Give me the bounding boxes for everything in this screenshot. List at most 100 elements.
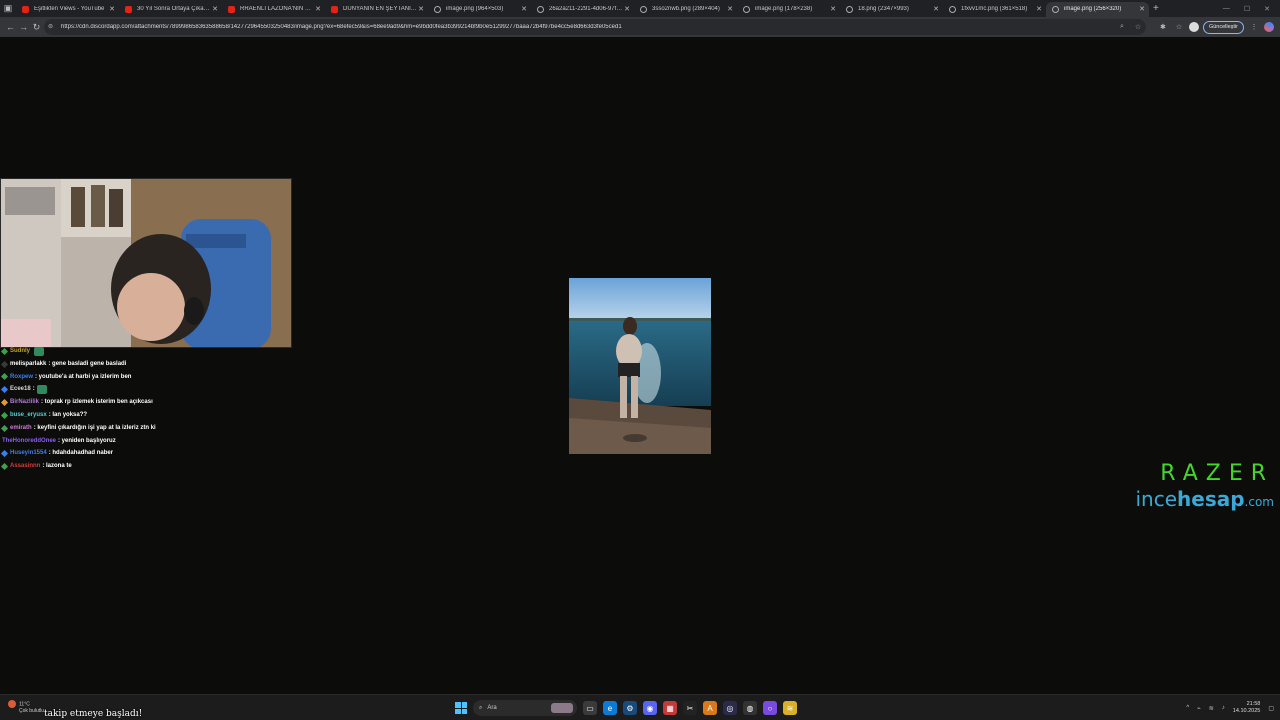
obs-icon[interactable]: ◎	[723, 701, 737, 715]
edge-icon[interactable]: e	[603, 701, 617, 715]
site-info-icon[interactable]: ⊜	[48, 23, 56, 31]
extensions-icon[interactable]: ✱	[1157, 23, 1169, 31]
back-button[interactable]: ←	[4, 22, 17, 32]
reload-button[interactable]: ↻	[30, 22, 43, 33]
address-bar[interactable]: ⊜ https://cdn.discordapp.com/attachments…	[44, 19, 1146, 35]
tab-close-icon[interactable]: ✕	[1138, 5, 1146, 13]
chat-message: buse_eryusx: lan yoksa??	[0, 409, 302, 422]
chat-username: BirNazlilik	[10, 399, 40, 406]
minimize-button[interactable]: —	[1223, 5, 1230, 13]
chat-text: : lazona te	[42, 463, 72, 470]
maximize-button[interactable]: ☐	[1244, 5, 1250, 13]
url-text[interactable]: https://cdn.discordapp.com/attachments/7…	[61, 24, 1114, 30]
tab-close-icon[interactable]: ✕	[417, 5, 425, 13]
weather-temp: 11°C	[19, 701, 30, 708]
chat-username: melisparlakk	[10, 360, 47, 367]
chat-badge-icon	[0, 424, 9, 432]
wifi-icon[interactable]: ≋	[1209, 705, 1214, 712]
tab-search-icon[interactable]: ▣	[0, 0, 16, 17]
app-a-icon[interactable]: A	[703, 701, 717, 715]
globe-icon	[434, 5, 441, 13]
chat-message: Sudnly	[0, 345, 302, 358]
chat-message: Ecee18:	[0, 383, 302, 396]
chat-username: Ecee18	[10, 386, 31, 393]
capcut-icon[interactable]: ✂	[683, 701, 697, 715]
search-highlight-image	[551, 703, 573, 713]
browser-tab[interactable]: image.png (256×320) ✕	[1046, 1, 1149, 17]
browser-tab[interactable]: 1fxvv1mc.png (361×518) ✕	[943, 2, 1046, 17]
tab-close-icon[interactable]: ✕	[726, 5, 734, 13]
incehesap-hesap: hesap	[1177, 487, 1245, 511]
chat-badge-icon	[0, 386, 9, 394]
browser-tab[interactable]: DÜNYANIN EN ŞEYTANİ BA...✕	[325, 2, 428, 17]
chat-message: BirNazlilik: toprak rp izlemek isterim b…	[0, 396, 302, 409]
taskbar-search[interactable]: ⌕ Ara	[473, 700, 577, 716]
menu-icon[interactable]: ⋮	[1248, 23, 1260, 31]
chat-text: : yeniden başlıyoruz	[58, 437, 116, 444]
webcam-feed	[1, 179, 291, 347]
clock[interactable]: 21:58 14.10.2025	[1233, 701, 1261, 715]
task-view-icon[interactable]: ▭	[583, 701, 597, 715]
start-button[interactable]	[455, 702, 467, 714]
profile-avatar[interactable]	[1188, 22, 1199, 32]
notification-icon[interactable]: ▢	[1268, 705, 1274, 712]
network-icon[interactable]: ⌁	[1197, 705, 1201, 712]
browser-tab[interactable]: RRAENLİ LAZONA'NIN EŞİ... ✕	[222, 2, 325, 17]
tray-chevron-icon[interactable]: ^	[1186, 705, 1189, 711]
zoom-icon[interactable]: ⌕	[1114, 23, 1130, 31]
browser-tab[interactable]: image.png (964×503) ✕	[428, 2, 531, 17]
chat-text: : hdahdahadhad naber	[48, 450, 114, 457]
globe-icon	[537, 5, 544, 13]
chat-username: Assasinnn	[10, 463, 41, 470]
displayed-image[interactable]	[569, 278, 711, 454]
tab-close-icon[interactable]: ✕	[1035, 5, 1043, 13]
tab-close-icon[interactable]: ✕	[520, 5, 528, 13]
close-window-button[interactable]: ✕	[1264, 5, 1270, 13]
chat-message: Roxpew: youtube'a at harbi ya izlerim be…	[0, 371, 302, 384]
chat-message: emirath: keyfini çıkardığın işi yap at l…	[0, 422, 302, 435]
browser-tab[interactable]: Eşitlikten Views - YouTube ✕	[16, 2, 119, 17]
chrome-icon[interactable]: ◍	[743, 701, 757, 715]
tab-title: 3sso2nwb.png (289×404)	[652, 6, 720, 12]
chat-message: Assasinnn: lazona te	[0, 460, 302, 473]
weather-widget[interactable]: 11°C Çok bulutlu	[8, 700, 44, 714]
tab-close-icon[interactable]: ✕	[623, 5, 631, 13]
weather-icon	[8, 700, 16, 708]
steam-icon[interactable]: ⚙	[623, 701, 637, 715]
gemini-icon[interactable]	[1264, 22, 1274, 32]
browser-tab[interactable]: 18.png (2347×993) ✕	[840, 2, 943, 17]
globe-icon	[743, 5, 750, 13]
tab-close-icon[interactable]: ✕	[932, 5, 940, 13]
volume-icon[interactable]: ♪	[1222, 705, 1225, 711]
tab-close-icon[interactable]: ✕	[314, 5, 322, 13]
chat-username: emirath	[10, 424, 32, 431]
new-tab-button[interactable]: +	[1153, 3, 1159, 14]
app-stack-icon[interactable]: ≋	[783, 701, 797, 715]
bookmark-star-icon[interactable]: ☆	[1130, 23, 1146, 31]
tab-close-icon[interactable]: ✕	[211, 5, 219, 13]
calendar-app-icon[interactable]: ▦	[663, 701, 677, 715]
forward-button[interactable]: →	[17, 22, 30, 32]
toolbar: ← → ↻ ⊜ https://cdn.discordapp.com/attac…	[0, 17, 1280, 37]
tab-title: 18.png (2347×993)	[858, 6, 909, 12]
bookmarks-icon[interactable]: ☆	[1173, 23, 1185, 31]
tab-close-icon[interactable]: ✕	[108, 5, 116, 13]
browser-tab[interactable]: 3sso2nwb.png (289×404) ✕	[634, 2, 737, 17]
chat-username: TheHonoreddOnee	[2, 437, 57, 444]
discord-icon[interactable]: ◉	[643, 701, 657, 715]
globe-icon	[1052, 5, 1059, 13]
chat-badge-icon	[0, 450, 9, 458]
search-placeholder: Ara	[487, 705, 497, 711]
follow-alert: takip etmeye başladı!	[44, 709, 143, 719]
browser-tab[interactable]: image.png (178×238) ✕	[737, 2, 840, 17]
tab-close-icon[interactable]: ✕	[829, 5, 837, 13]
window-controls: — ☐ ✕	[1223, 5, 1280, 13]
tab-title: 30 Yıl Sonra Ortaya Çıkan G...	[137, 6, 211, 12]
chat-text: :	[32, 386, 35, 393]
browser-tab[interactable]: 26a2a211-2291-4d06-97fc... ✕	[531, 2, 634, 17]
update-button[interactable]: Güncelleştir	[1202, 20, 1244, 34]
chat-badge-icon	[0, 463, 9, 471]
youtube-icon	[22, 5, 29, 13]
browser-tab[interactable]: 30 Yıl Sonra Ortaya Çıkan G... ✕	[119, 2, 222, 17]
app-circle-icon[interactable]: ○	[763, 701, 777, 715]
